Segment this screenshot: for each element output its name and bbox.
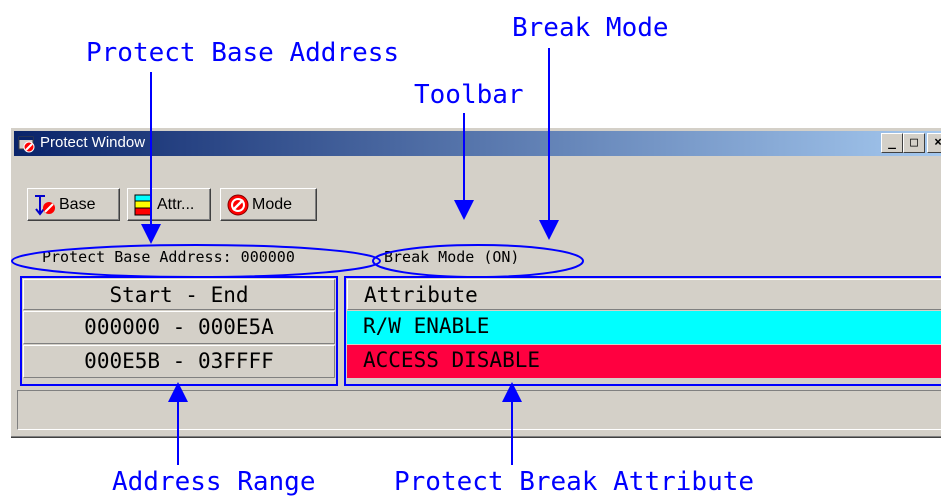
- base-icon: [35, 194, 55, 216]
- range-row[interactable]: 000E5B - 03FFFF: [23, 345, 335, 378]
- toolbar-callout: Toolbar: [414, 80, 524, 110]
- break-mode-callout: Break Mode: [512, 13, 669, 43]
- attribute-icon: [134, 194, 152, 215]
- title-bar[interactable]: Protect Window _ □ ×: [14, 131, 941, 156]
- protect-window: Protect Window _ □ × Base Attr... Mode P…: [10, 127, 941, 438]
- window-title: Protect Window: [40, 134, 146, 151]
- attr-button-label: Attr...: [157, 195, 195, 213]
- protect-base-address-status: Protect Base Address: 000000: [42, 248, 295, 266]
- mode-button[interactable]: Mode: [220, 188, 317, 221]
- protect-break-attribute-callout: Protect Break Attribute: [394, 467, 755, 497]
- address-range-table: Start - End 000000 - 000E5A 000E5B - 03F…: [20, 276, 338, 386]
- attr-button[interactable]: Attr...: [127, 188, 211, 221]
- address-range-callout: Address Range: [112, 467, 316, 497]
- close-button[interactable]: ×: [927, 133, 941, 153]
- mode-icon: [227, 194, 249, 215]
- attribute-row-access-disable[interactable]: ACCESS DISABLE: [347, 345, 941, 378]
- base-button[interactable]: Base: [27, 188, 120, 221]
- attribute-row-rw-enable[interactable]: R/W ENABLE: [347, 311, 941, 344]
- mode-button-label: Mode: [252, 195, 293, 213]
- protect-base-address-callout: Protect Base Address: [86, 38, 400, 68]
- protect-window-icon: [18, 136, 35, 153]
- window-bottom-area: [17, 390, 941, 430]
- break-mode-status: Break Mode (ON): [384, 248, 520, 266]
- range-row[interactable]: 000000 - 000E5A: [23, 311, 335, 344]
- maximize-button[interactable]: □: [903, 133, 925, 153]
- status-bar: Protect Base Address: 000000 Break Mode …: [14, 245, 941, 269]
- attribute-table: Attribute R/W ENABLE ACCESS DISABLE: [344, 276, 941, 386]
- range-column-header[interactable]: Start - End: [23, 279, 335, 310]
- base-button-label: Base: [59, 195, 96, 213]
- attribute-column-header[interactable]: Attribute: [347, 279, 941, 310]
- toolbar: Base Attr... Mode: [14, 159, 941, 229]
- minimize-button[interactable]: _: [881, 133, 903, 153]
